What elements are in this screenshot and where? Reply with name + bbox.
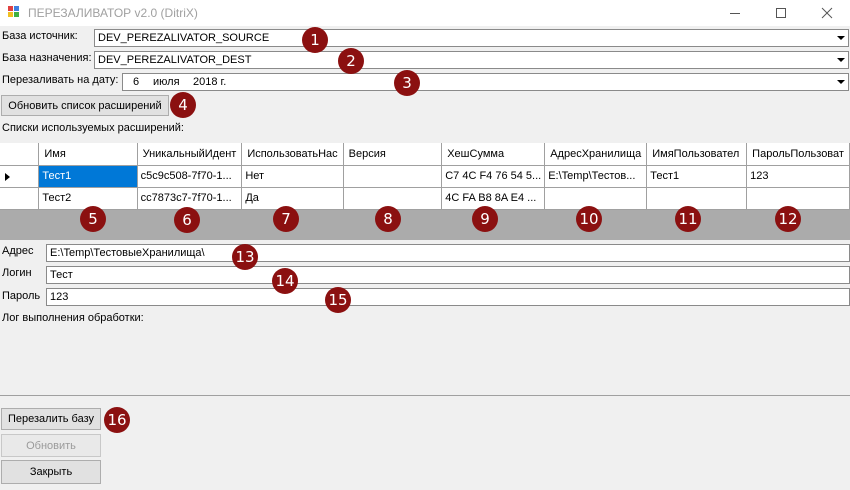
annotation-marker-2: 2 [338,48,364,74]
maximize-button[interactable] [758,0,804,26]
table-cell[interactable] [646,187,748,210]
table-cell[interactable] [343,187,443,210]
annotation-marker-14: 14 [272,268,298,294]
source-db-label: База источник: [2,30,78,42]
column-header[interactable]: Имя [38,143,138,166]
grid-corner [0,143,40,166]
table-cell[interactable]: 123 [746,165,850,188]
annotation-marker-10: 10 [576,206,602,232]
annotation-marker-12: 12 [775,206,801,232]
row-header[interactable] [0,165,40,188]
column-header[interactable]: ИспользоватьНас [241,143,344,166]
address-field[interactable]: E:\Temp\ТестовыеХранилища\ [46,244,850,262]
address-value: E:\Temp\ТестовыеХранилища\ [50,247,205,259]
annotation-marker-16: 16 [104,407,130,433]
date-label: Перезаливать на дату: [2,74,119,86]
password-value: 123 [50,291,69,303]
login-field[interactable]: Тест [46,266,850,284]
date-picker[interactable]: 6 июля 2018 г. [122,73,849,91]
extensions-table: Имя УникальныйИдент ИспользоватьНас Верс… [0,143,850,210]
column-header[interactable]: ХешСумма [441,143,546,166]
close-icon [821,7,833,19]
dest-db-select[interactable]: DEV_PEREZALIVATOR_DEST [94,51,849,69]
window-title: ПЕРЕЗАЛИВАТОР v2.0 (DitriX) [28,6,198,20]
column-header[interactable]: ПарольПользоват [746,143,850,166]
log-output[interactable] [0,328,850,396]
annotation-marker-7: 7 [273,206,299,232]
table-cell[interactable]: Тест1 [38,165,138,188]
table-cell[interactable]: Да [241,187,344,210]
close-button[interactable]: Закрыть [1,460,101,484]
grid-header-row: Имя УникальныйИдент ИспользоватьНас Верс… [0,143,850,166]
column-header[interactable]: АдресХранилища [544,143,648,166]
table-cell[interactable]: E:\Temp\Тестов... [544,165,648,188]
title-bar: ПЕРЕЗАЛИВАТОР v2.0 (DitriX) [0,0,850,26]
close-window-button[interactable] [804,0,850,26]
annotation-marker-11: 11 [675,206,701,232]
password-label: Пароль [2,290,41,302]
table-row[interactable]: Тест1 c5c9c508-7f70-1... Нет C7 4C F4 76… [0,165,850,188]
table-cell[interactable]: Нет [241,165,344,188]
update-button[interactable]: Обновить [1,434,101,457]
extensions-grid[interactable]: Имя УникальныйИдент ИспользоватьНас Верс… [0,143,850,240]
login-value: Тест [50,269,73,281]
table-cell[interactable] [544,187,648,210]
app-icon [8,6,20,18]
chevron-down-icon[interactable] [833,52,848,68]
address-label: Адрес [2,245,34,257]
password-field[interactable]: 123 [46,288,850,306]
annotation-marker-8: 8 [375,206,401,232]
extensions-list-label: Списки используемых расширений: [2,122,184,134]
date-year: 2018 г. [193,76,227,88]
annotation-marker-15: 15 [325,287,351,313]
source-db-value: DEV_PEREZALIVATOR_SOURCE [98,32,270,44]
table-cell[interactable]: 4C FA B8 8A E4 ... [441,187,546,210]
row-header[interactable] [0,187,40,210]
table-cell[interactable] [746,187,850,210]
calendar-dropdown-icon[interactable] [833,74,848,90]
maximize-icon [776,8,786,18]
annotation-marker-1: 1 [302,27,328,53]
login-label: Логин [2,267,32,279]
date-month: июля [153,76,180,88]
column-header[interactable]: ИмяПользовател [646,143,748,166]
table-cell[interactable]: C7 4C F4 76 54 5... [441,165,546,188]
annotation-marker-5: 5 [80,206,106,232]
dest-db-value: DEV_PEREZALIVATOR_DEST [98,54,252,66]
column-header[interactable]: УникальныйИдент [137,143,243,166]
table-cell[interactable]: c5c9c508-7f70-1... [137,165,243,188]
table-cell[interactable]: Тест1 [646,165,748,188]
refresh-extensions-button[interactable]: Обновить список расширений [1,95,169,116]
annotation-marker-9: 9 [472,206,498,232]
table-cell[interactable]: cc7873c7-7f70-1... [137,187,243,210]
chevron-down-icon[interactable] [833,30,848,46]
source-db-select[interactable]: DEV_PEREZALIVATOR_SOURCE [94,29,849,47]
table-cell[interactable] [343,165,443,188]
minimize-button[interactable] [712,0,758,26]
reupload-db-button[interactable]: Перезалить базу [1,408,101,430]
column-header[interactable]: Версия [343,143,443,166]
annotation-marker-6: 6 [174,207,200,233]
log-label: Лог выполнения обработки: [2,312,144,324]
annotation-marker-3: 3 [394,70,420,96]
dest-db-label: База назначения: [2,52,92,64]
current-row-icon [5,172,10,181]
minimize-icon [730,13,740,14]
annotation-marker-13: 13 [232,244,258,270]
date-day: 6 [133,76,140,88]
table-row[interactable]: Тест2 cc7873c7-7f70-1... Да 4C FA B8 8A … [0,187,850,210]
annotation-marker-4: 4 [170,92,196,118]
